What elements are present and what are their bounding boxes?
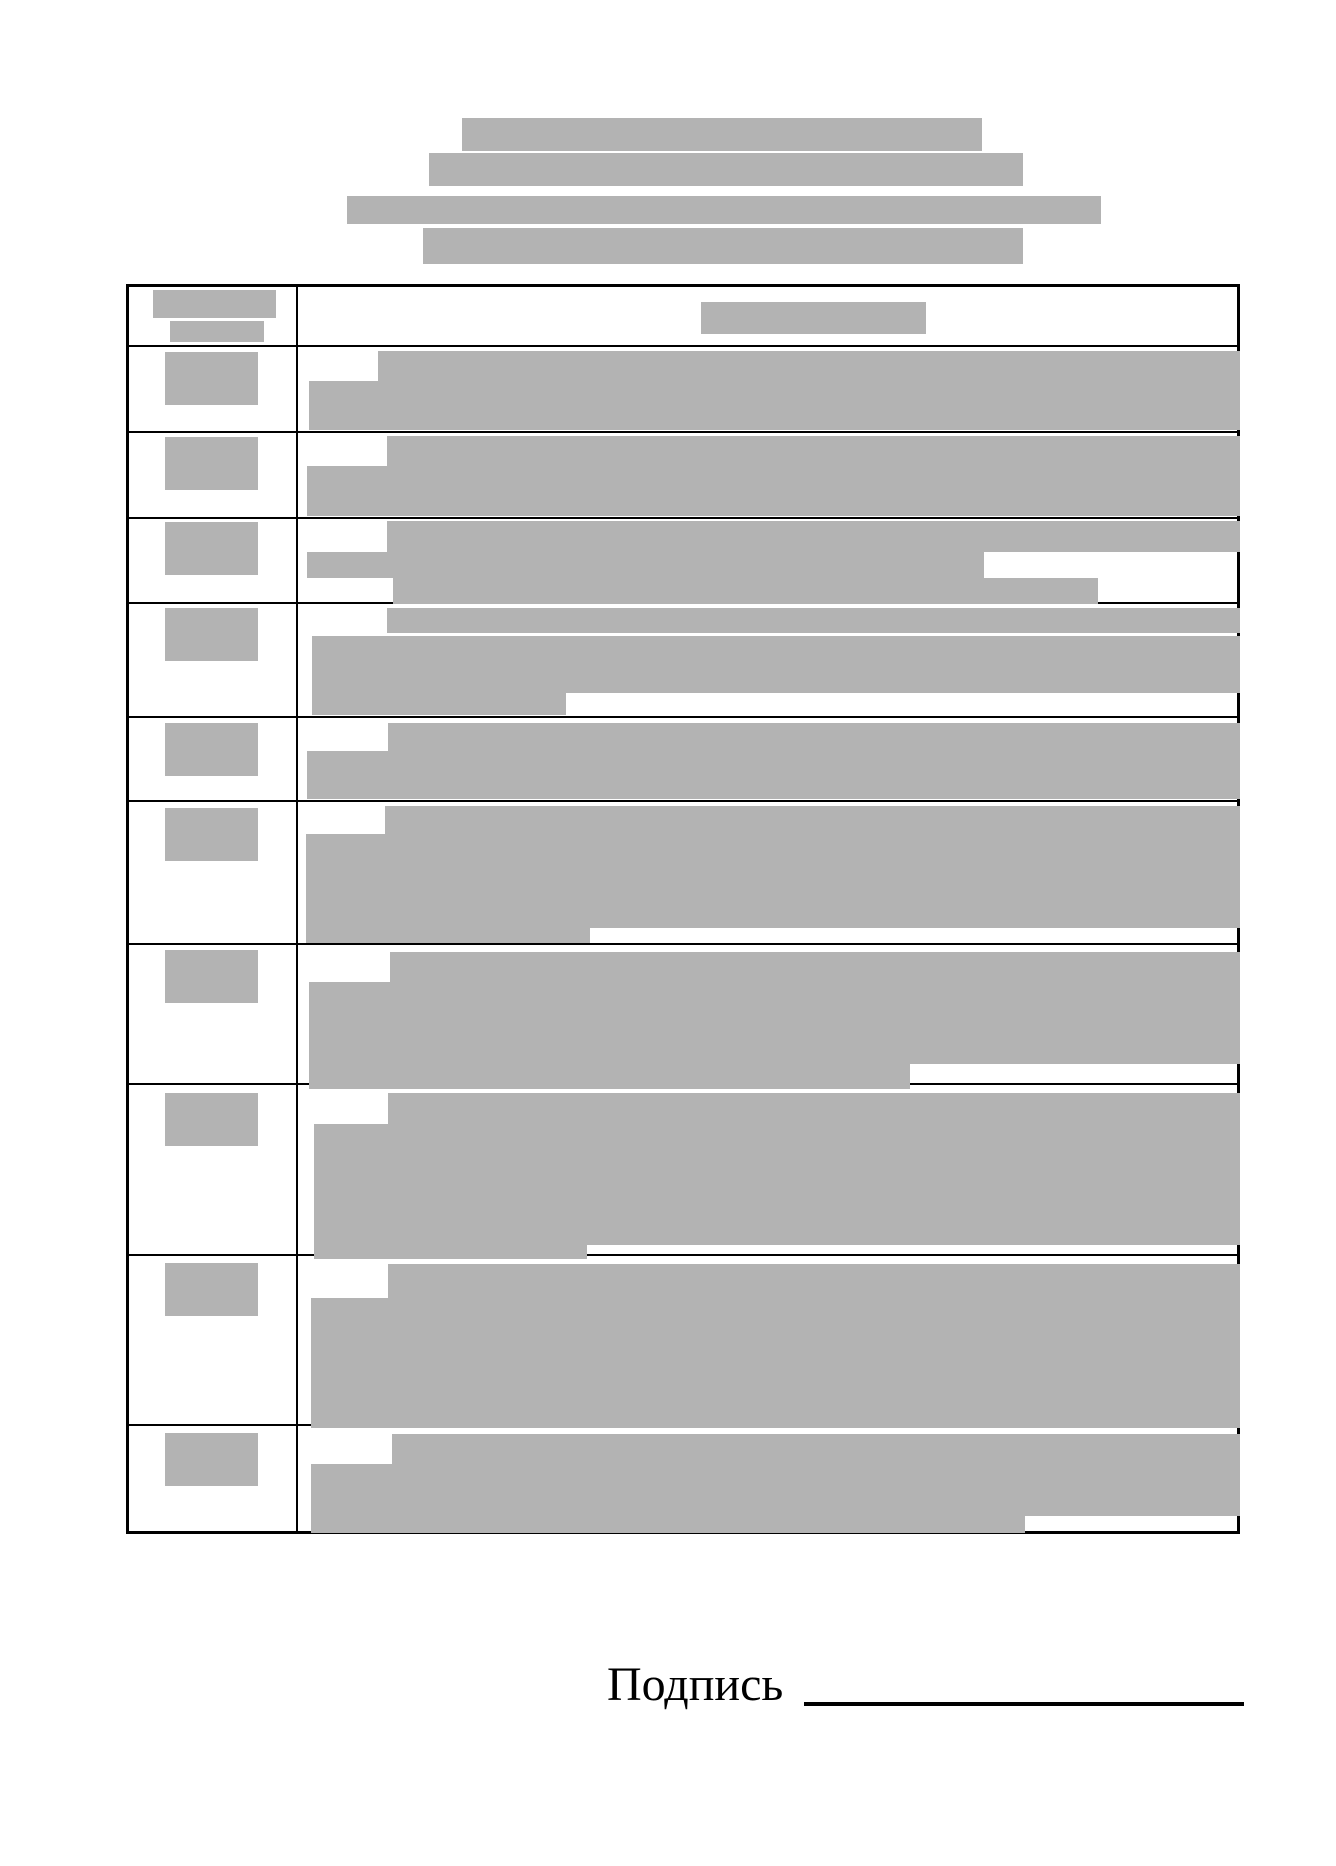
table-row-divider	[126, 943, 1240, 945]
row-text-redaction	[388, 723, 1240, 751]
row-text-redaction	[306, 834, 1240, 928]
header-number-redaction	[170, 321, 264, 342]
row-text-redaction	[387, 521, 1240, 552]
row-text-redaction	[388, 1093, 1240, 1124]
row-number-redaction	[165, 1263, 258, 1316]
signature-line[interactable]	[804, 1702, 1244, 1706]
row-text-redaction	[314, 1245, 587, 1259]
row-text-redaction	[387, 608, 1240, 633]
row-text-redaction	[307, 466, 1240, 516]
table-row-divider	[126, 517, 1240, 519]
row-text-redaction	[387, 436, 1240, 466]
row-number-redaction	[165, 950, 258, 1003]
row-text-redaction	[385, 806, 1240, 834]
row-number-redaction	[165, 352, 258, 405]
header-number-redaction	[153, 290, 276, 318]
row-text-redaction	[393, 578, 1098, 604]
table-row-divider	[126, 1254, 1240, 1256]
title-line-1-redaction	[462, 118, 982, 151]
row-text-redaction	[388, 1264, 1240, 1298]
table-row-divider	[126, 345, 1240, 347]
row-text-redaction	[392, 1434, 1240, 1464]
row-number-redaction	[165, 522, 258, 575]
row-number-redaction	[165, 1093, 258, 1146]
row-text-redaction	[390, 952, 1240, 982]
title-line-2-redaction	[429, 153, 1023, 186]
row-text-redaction	[378, 351, 1240, 381]
table-column-divider	[296, 284, 298, 1534]
table-row-divider	[126, 716, 1240, 718]
row-text-redaction	[309, 982, 1240, 1064]
row-text-redaction	[312, 693, 566, 715]
row-text-redaction	[309, 381, 1240, 430]
row-text-redaction	[311, 1516, 1025, 1533]
header-content-redaction	[701, 302, 926, 334]
row-text-redaction	[307, 552, 984, 578]
row-text-redaction	[307, 751, 1240, 799]
row-number-redaction	[165, 608, 258, 661]
signature-label: Подпись	[607, 1658, 784, 1711]
row-text-redaction	[312, 636, 1240, 693]
table-row-divider	[126, 431, 1240, 433]
row-text-redaction	[311, 1298, 1240, 1428]
title-line-3-redaction	[347, 196, 1101, 224]
table-row-divider	[126, 800, 1240, 802]
row-text-redaction	[306, 928, 590, 943]
row-number-redaction	[165, 723, 258, 776]
row-number-redaction	[165, 808, 258, 861]
row-text-redaction	[311, 1464, 1240, 1516]
row-number-redaction	[165, 1433, 258, 1486]
title-line-4-redaction	[423, 228, 1023, 264]
row-text-redaction	[309, 1064, 910, 1089]
row-text-redaction	[314, 1124, 1240, 1245]
row-number-redaction	[165, 437, 258, 490]
